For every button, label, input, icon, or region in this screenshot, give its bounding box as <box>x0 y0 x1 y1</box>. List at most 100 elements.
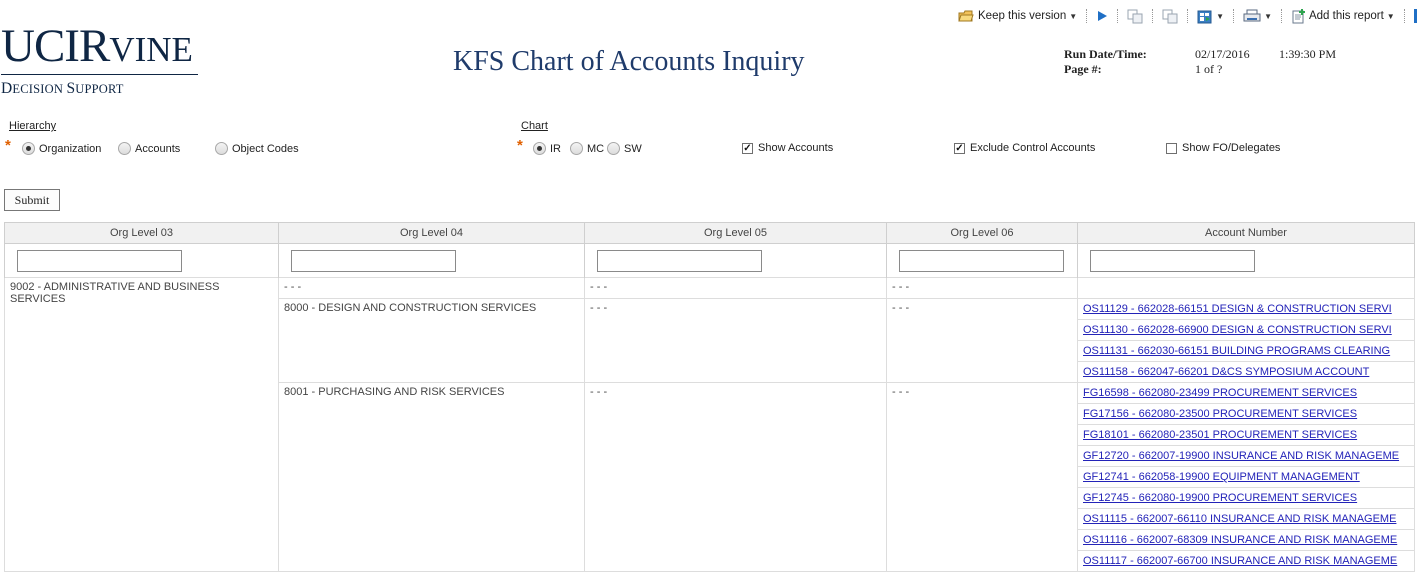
filter-org-level-04-input[interactable] <box>291 249 456 272</box>
chart-option-ir[interactable]: IR <box>533 142 561 155</box>
radio-icon[interactable] <box>215 142 228 155</box>
filter-cell <box>278 243 585 278</box>
keep-version-icon <box>958 10 974 22</box>
print-icon <box>1243 9 1261 22</box>
account-link[interactable]: FG18101 - 662080-23501 PROCUREMENT SERVI… <box>1083 429 1357 441</box>
chevron-down-icon: ▼ <box>1069 11 1078 21</box>
run-date-value: 02/17/2016 <box>1195 47 1250 61</box>
column-header-org-level-04[interactable]: Org Level 04 <box>278 222 585 244</box>
hierarchy-option-organization[interactable]: Organization <box>22 142 101 155</box>
chevron-down-icon: ▼ <box>1386 11 1395 21</box>
account-cell: GF12745 - 662080-19900 PROCUREMENT SERVI… <box>1077 487 1415 509</box>
run-icon <box>1098 11 1108 21</box>
toolbar-divider <box>1152 9 1154 23</box>
keep-version-button[interactable]: Keep this version ▼ <box>958 9 1077 23</box>
required-marker: * <box>5 137 11 154</box>
keep-version-label: Keep this version <box>978 10 1067 22</box>
logo-rule <box>1 74 198 75</box>
filter-cell <box>584 243 887 278</box>
add-report-button[interactable]: Add this report ▼ <box>1291 8 1395 24</box>
chevron-down-icon: ▼ <box>1264 11 1272 21</box>
account-cell: GF12741 - 662058-19900 EQUIPMENT MANAGEM… <box>1077 466 1415 488</box>
export-icon <box>1197 10 1212 23</box>
add-report-icon <box>1292 8 1305 23</box>
copy-icon <box>1127 9 1143 23</box>
radio-icon[interactable] <box>118 142 131 155</box>
grid-header-row: Org Level 03 Org Level 04 Org Level 05 O… <box>4 222 1415 244</box>
org-level-05-cell: - - - <box>584 277 887 299</box>
filter-org-level-03-input[interactable] <box>17 249 182 272</box>
column-header-account-number[interactable]: Account Number <box>1077 222 1415 244</box>
account-cell: OS11117 - 662007-66700 INSURANCE AND RIS… <box>1077 550 1415 572</box>
results-grid: Org Level 03 Org Level 04 Org Level 05 O… <box>4 222 1415 572</box>
org-level-04-cell: 8001 - PURCHASING AND RISK SERVICES <box>278 382 585 572</box>
show-fo-delegates-checkbox[interactable]: Show FO/Delegates <box>1166 142 1280 154</box>
column-header-org-level-06[interactable]: Org Level 06 <box>886 222 1078 244</box>
account-link[interactable]: GF12720 - 662007-19900 INSURANCE AND RIS… <box>1083 450 1399 462</box>
account-link[interactable]: OS11116 - 662007-68309 INSURANCE AND RIS… <box>1083 534 1397 546</box>
checkbox-icon[interactable] <box>1166 142 1177 154</box>
required-marker: * <box>517 137 523 154</box>
account-cell: FG17156 - 662080-23500 PROCUREMENT SERVI… <box>1077 403 1415 425</box>
org-level-05-cell: - - - <box>584 298 887 383</box>
column-header-org-level-05[interactable]: Org Level 05 <box>584 222 887 244</box>
hierarchy-option-object-codes[interactable]: Object Codes <box>215 142 299 155</box>
page-number-value: 1 of ? <box>1195 62 1223 76</box>
account-link[interactable]: OS11129 - 662028-66151 DESIGN & CONSTRUC… <box>1083 303 1392 315</box>
toolbar-overflow[interactable] <box>1413 9 1417 23</box>
account-cell: FG16598 - 662080-23499 PROCUREMENT SERVI… <box>1077 382 1415 404</box>
filter-org-level-06-input[interactable] <box>899 249 1064 272</box>
hierarchy-label: Hierarchy <box>9 120 57 132</box>
toolbar-divider <box>1233 9 1235 23</box>
account-cell: GF12720 - 662007-19900 INSURANCE AND RIS… <box>1077 445 1415 467</box>
account-link[interactable]: OS11158 - 662047-66201 D&CS SYMPOSIUM AC… <box>1083 366 1369 378</box>
radio-icon[interactable] <box>570 142 583 155</box>
account-cell: OS11130 - 662028-66900 DESIGN & CONSTRUC… <box>1077 319 1415 341</box>
checkbox-checked-icon[interactable]: ✓ <box>742 142 753 154</box>
paste-button[interactable] <box>1162 9 1178 24</box>
account-link[interactable]: OS11115 - 662007-66110 INSURANCE AND RIS… <box>1083 513 1396 525</box>
run-time-value: 1:39:30 PM <box>1279 47 1337 61</box>
filter-account-number-input[interactable] <box>1090 249 1255 272</box>
toolbar-divider <box>1187 9 1189 23</box>
account-link[interactable]: OS11117 - 662007-66700 INSURANCE AND RIS… <box>1083 555 1397 567</box>
add-report-label: Add this report <box>1308 10 1384 22</box>
export-button[interactable]: ▼ <box>1197 9 1224 24</box>
chart-label: Chart <box>521 120 548 132</box>
filter-cell <box>1077 243 1415 278</box>
show-accounts-checkbox[interactable]: ✓ Show Accounts <box>742 142 833 154</box>
submit-button[interactable]: Submit <box>4 189 60 211</box>
hierarchy-option-accounts[interactable]: Accounts <box>118 142 180 155</box>
uc-irvine-logo: UCIRVINE DECISION SUPPORT <box>1 23 198 98</box>
account-link[interactable]: OS11130 - 662028-66900 DESIGN & CONSTRUC… <box>1083 324 1392 336</box>
filter-org-level-05-input[interactable] <box>597 249 762 272</box>
filter-cell <box>4 243 279 278</box>
account-cell: OS11115 - 662007-66110 INSURANCE AND RIS… <box>1077 508 1415 530</box>
account-link[interactable]: FG17156 - 662080-23500 PROCUREMENT SERVI… <box>1083 408 1357 420</box>
account-link[interactable]: OS11131 - 662030-66151 BUILDING PROGRAMS… <box>1083 345 1390 357</box>
toolbar-divider <box>1117 9 1119 23</box>
checkbox-checked-icon[interactable]: ✓ <box>954 142 965 154</box>
radio-selected-icon[interactable] <box>22 142 35 155</box>
radio-selected-icon[interactable] <box>533 142 546 155</box>
grid-filter-row <box>4 243 1415 278</box>
chart-option-sw[interactable]: SW <box>607 142 642 155</box>
copy-icon-2 <box>1162 9 1178 23</box>
chevron-down-icon: ▼ <box>1216 11 1225 21</box>
filter-cell <box>886 243 1078 278</box>
account-link[interactable]: GF12745 - 662080-19900 PROCUREMENT SERVI… <box>1083 492 1357 504</box>
column-header-org-level-03[interactable]: Org Level 03 <box>4 222 279 244</box>
radio-icon[interactable] <box>607 142 620 155</box>
account-link[interactable]: FG16598 - 662080-23499 PROCUREMENT SERVI… <box>1083 387 1357 399</box>
copy-button[interactable] <box>1127 9 1143 24</box>
chart-option-mc[interactable]: MC <box>570 142 604 155</box>
account-cell-empty <box>1077 277 1415 299</box>
exclude-control-accounts-checkbox[interactable]: ✓ Exclude Control Accounts <box>954 142 1095 154</box>
report-title: KFS Chart of Accounts Inquiry <box>453 46 805 77</box>
account-link[interactable]: GF12741 - 662058-19900 EQUIPMENT MANAGEM… <box>1083 471 1360 483</box>
account-cell: OS11158 - 662047-66201 D&CS SYMPOSIUM AC… <box>1077 361 1415 383</box>
run-button[interactable] <box>1096 10 1108 22</box>
table-row: 9002 - ADMINISTRATIVE AND BUSINESS SERVI… <box>4 277 1415 572</box>
page-number-label: Page #: <box>1064 62 1102 76</box>
print-button[interactable]: ▼ <box>1243 9 1272 23</box>
